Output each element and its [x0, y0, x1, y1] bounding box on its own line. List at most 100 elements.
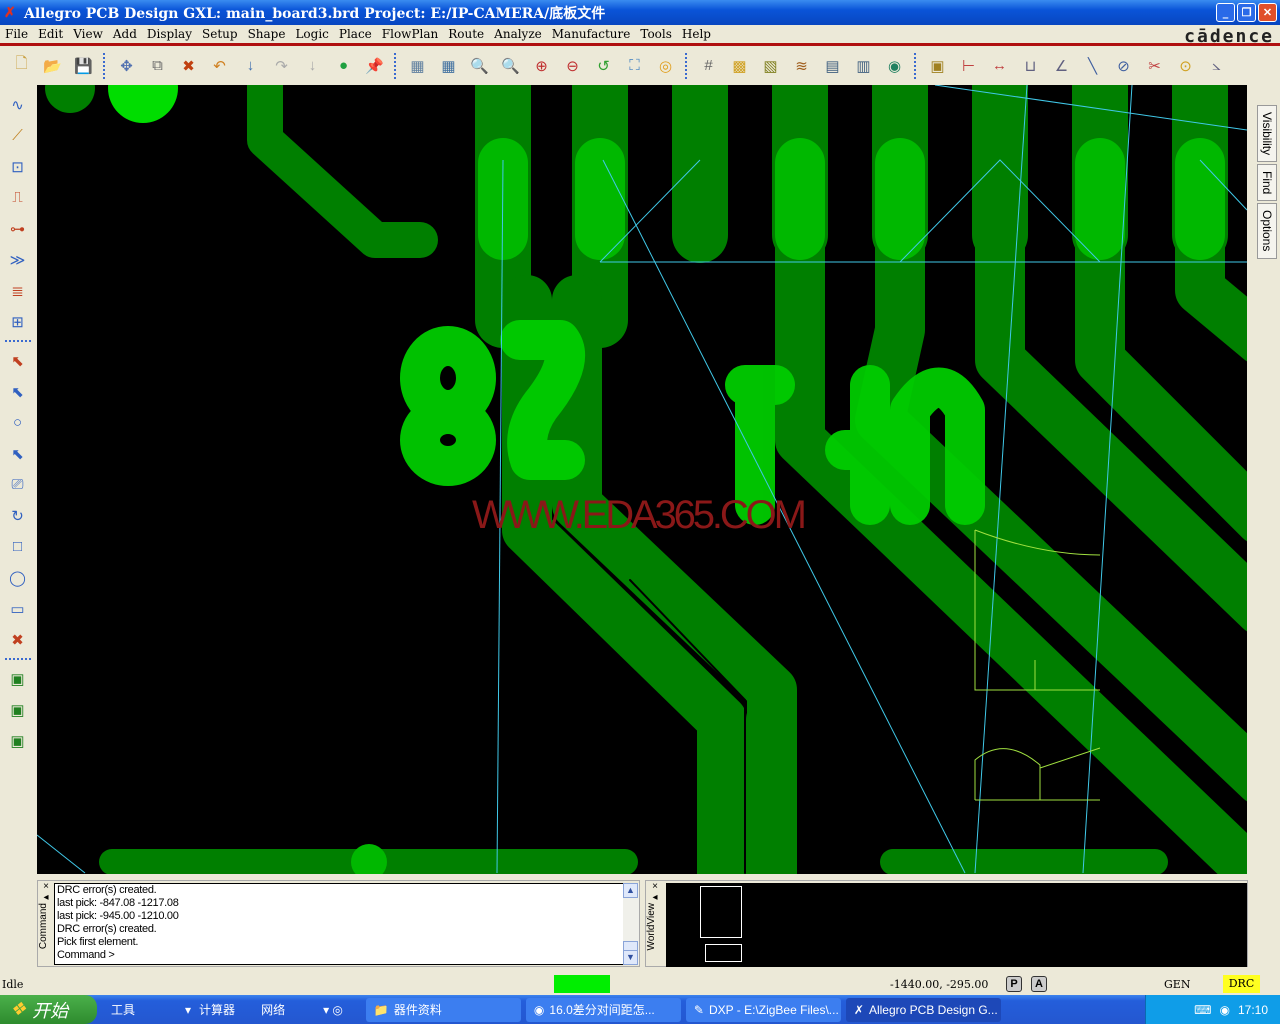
vertex-button[interactable]: ⊶ [5, 216, 31, 242]
undo-button[interactable]: ↶ [207, 53, 233, 79]
place-green-3-button[interactable]: ▣ [5, 728, 31, 754]
dimension-button[interactable]: ⊢ [956, 53, 982, 79]
menu-route[interactable]: Route [443, 27, 489, 41]
shape-delete-button[interactable]: ✖ [5, 627, 31, 653]
pane-arrow-icon[interactable]: ◂ [646, 892, 664, 903]
taskbar-task[interactable]: ◉ 16.0差分对间距怎... [525, 997, 681, 1022]
drc-indicator[interactable]: DRC [1223, 975, 1260, 993]
circle-shape-button[interactable]: ◯ [5, 565, 31, 591]
menu-edit[interactable]: Edit [33, 27, 68, 41]
pcb-canvas[interactable]: WWW.EDA365.COM [37, 85, 1247, 874]
quicklaunch-calculator[interactable]: 计算器 [199, 1001, 235, 1018]
grid-button[interactable]: # [696, 53, 722, 79]
dropdown-arrow-icon[interactable]: ▾ ◎ [323, 1003, 343, 1017]
pick-button[interactable]: ⬉ [5, 441, 31, 467]
keyboard-icon[interactable]: ⌨ [1194, 1003, 1211, 1017]
delay-tune-button[interactable]: ⊡ [5, 154, 31, 180]
command-output[interactable]: DRC error(s) created. last pick: -847.08 … [54, 883, 624, 965]
custom-smooth-button[interactable]: ⎍ [5, 185, 31, 211]
color-button[interactable]: ▩ [727, 53, 753, 79]
menu-help[interactable]: Help [677, 27, 716, 41]
zoom-world-button[interactable]: ⛶ [622, 53, 648, 79]
layer-button[interactable]: ▧ [758, 53, 784, 79]
add-connect-button[interactable]: ∿ [5, 92, 31, 118]
cm-button[interactable]: ▤ [820, 53, 846, 79]
worldview-canvas[interactable] [666, 883, 1247, 967]
measure-button[interactable]: ↔ [987, 53, 1013, 79]
delete-button[interactable]: ✖ [176, 53, 202, 79]
tab-find[interactable]: Find [1257, 164, 1277, 202]
select-button[interactable]: ⬉ [5, 348, 31, 374]
dropdown-arrow-icon[interactable]: ▾ [185, 1003, 191, 1017]
menu-shape[interactable]: Shape [243, 27, 291, 41]
menu-add[interactable]: Add [108, 27, 142, 41]
taskbar-task[interactable]: ✗ Allegro PCB Design G... [845, 997, 1001, 1022]
place-green-1-button[interactable]: ▣ [5, 666, 31, 692]
menu-place[interactable]: Place [334, 27, 377, 41]
rotate-button[interactable]: ↻ [5, 503, 31, 529]
spreadsheet-button[interactable]: ▣ [925, 53, 951, 79]
bus-route-button[interactable]: ≣ [5, 278, 31, 304]
p-toggle-button[interactable]: P [1006, 976, 1022, 992]
dfa-button[interactable]: ▥ [851, 53, 877, 79]
open-folder-button[interactable]: 📂 [40, 53, 66, 79]
query-button[interactable]: ⊙ [1173, 53, 1199, 79]
copy-button[interactable]: ⧉ [145, 53, 171, 79]
shape-fill-button[interactable]: ▭ [5, 596, 31, 622]
command-scrollbar[interactable]: ▲ ▼ [623, 883, 639, 965]
shadow-toggle-button[interactable]: ● [331, 53, 357, 79]
tab-visibility[interactable]: Visibility [1257, 105, 1277, 163]
auto-route-button[interactable]: ⊞ [5, 309, 31, 335]
grid-toggle-button[interactable]: ▦ [405, 53, 431, 79]
menu-display[interactable]: Display [142, 27, 197, 41]
redraw-button[interactable]: ▦ [436, 53, 462, 79]
rectangle-button[interactable]: □ [5, 534, 31, 560]
zoom-out-button[interactable]: ⊖ [560, 53, 586, 79]
zoom-previous-button[interactable]: ↺ [591, 53, 617, 79]
layers-button[interactable]: ≋ [789, 53, 815, 79]
menu-tools[interactable]: Tools [635, 27, 677, 41]
quicklaunch-network[interactable]: 网络 [261, 1001, 285, 1018]
taskbar-task[interactable]: ✎ DXP - E:\ZigBee Files\... [685, 997, 841, 1022]
pane-arrow-icon[interactable]: ◂ [38, 892, 54, 903]
redo-down-button[interactable]: ↓ [300, 53, 326, 79]
zoom-points-button[interactable]: 🔍 [467, 53, 493, 79]
scroll-up-button[interactable]: ▲ [623, 883, 638, 898]
zoom-in-button[interactable]: ⊕ [529, 53, 555, 79]
circle-tool-button[interactable]: ⊘ [1111, 53, 1137, 79]
save-button[interactable]: 💾 [71, 53, 97, 79]
menu-file[interactable]: File [0, 27, 33, 41]
close-pane-icon[interactable]: × [38, 881, 54, 892]
menu-logic[interactable]: Logic [290, 27, 333, 41]
circle-button[interactable]: ○ [5, 410, 31, 436]
new-file-button[interactable]: 🗋 [9, 53, 35, 79]
zoom-fit-button[interactable]: 🔍 [498, 53, 524, 79]
menu-setup[interactable]: Setup [197, 27, 243, 41]
menu-manufacture[interactable]: Manufacture [547, 27, 636, 41]
cross-button[interactable]: ✂ [1142, 53, 1168, 79]
3d-view-button[interactable]: ◉ [882, 53, 908, 79]
line-button[interactable]: ╲ [1080, 53, 1106, 79]
undo-down-button[interactable]: ↓ [238, 53, 264, 79]
scroll-down-button[interactable]: ▼ [623, 950, 638, 965]
close-button[interactable]: ✕ [1258, 3, 1277, 22]
maximize-button[interactable]: ❐ [1237, 3, 1256, 22]
move-select-button[interactable]: ⬉ [5, 379, 31, 405]
angle-button[interactable]: ∠ [1049, 53, 1075, 79]
network-icon[interactable]: ◉ [1219, 1003, 1229, 1017]
menu-flowplan[interactable]: FlowPlan [377, 27, 443, 41]
shape-edit-button[interactable]: ⎚ [5, 472, 31, 498]
spread-button[interactable]: ≫ [5, 247, 31, 273]
menu-analyze[interactable]: Analyze [489, 27, 547, 41]
close-pane-icon[interactable]: × [646, 881, 664, 892]
redo-button[interactable]: ↷ [269, 53, 295, 79]
taskbar-task[interactable]: 📁 器件资料 [365, 997, 521, 1022]
slide-button[interactable]: ⟋ [5, 123, 31, 149]
refresh-button[interactable]: ◎ [653, 53, 679, 79]
tab-options[interactable]: Options [1257, 203, 1277, 259]
ruler-button[interactable]: ⊔ [1018, 53, 1044, 79]
a-toggle-button[interactable]: A [1031, 976, 1047, 992]
move-button[interactable]: ✥ [114, 53, 140, 79]
minimize-button[interactable]: _ [1216, 3, 1235, 22]
pin-button[interactable]: 📌 [362, 53, 388, 79]
